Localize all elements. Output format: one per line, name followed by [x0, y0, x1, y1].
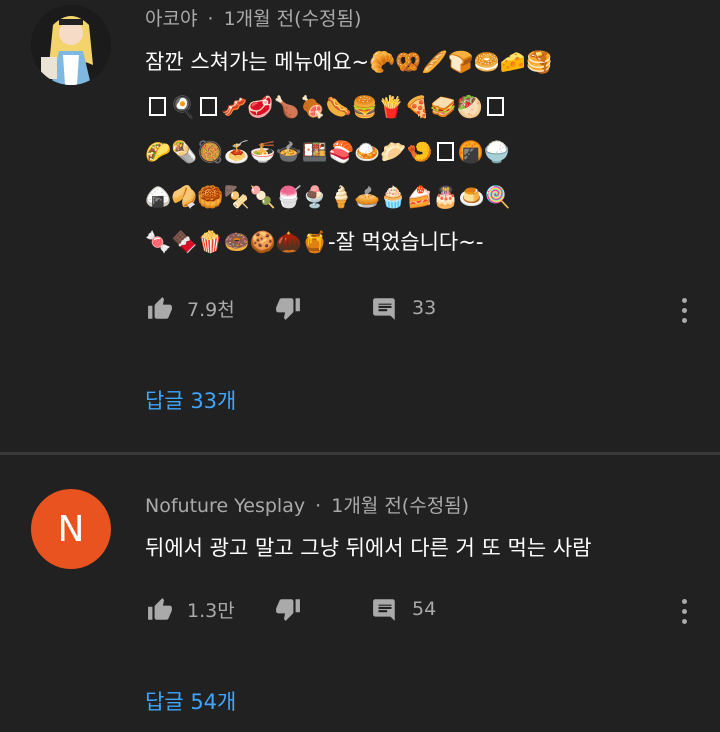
- dislike-button[interactable]: [273, 295, 303, 321]
- emoji-run: 🍳: [170, 95, 197, 119]
- more-vert-icon[interactable]: [677, 596, 691, 626]
- avatar-image: [31, 5, 111, 85]
- avatar-letter: N: [57, 508, 85, 550]
- emoji-run: 🌮🌯🥘🍝🍜🍲🍱🍣🍛🥟🍤: [145, 140, 433, 164]
- emoji-run: 🍙🥠🥮🍢🍡🍧🍨🍦🥧🧁🍰🎂🍮🍭: [145, 185, 512, 209]
- more-vert-icon[interactable]: [677, 295, 691, 325]
- like-button[interactable]: 7.9천: [145, 295, 235, 322]
- comment-header: 아코야 · 1개월 전(수정됨): [145, 4, 361, 31]
- comment-thread: 아코야 · 1개월 전(수정됨) 잠깐 스쳐가는 메뉴에요~🥐🥨🥖🍞🥯🧀🥞 🍳 🥓…: [0, 0, 720, 452]
- like-count: 1.3만: [187, 600, 235, 622]
- emoji-run: 🥐🥨🥖🍞🥯🧀🥞: [369, 50, 553, 74]
- emoji-run: 🥓🥩🍗🍖🌭🍔🍟🍕🥪🥙: [221, 95, 483, 119]
- comment-icon: [373, 599, 395, 621]
- comment-actions: 7.9천 33: [145, 295, 720, 325]
- author-name[interactable]: 아코야: [145, 8, 197, 30]
- thumb-down-icon: [276, 599, 300, 621]
- like-count: 7.9천: [187, 299, 235, 321]
- view-replies-link[interactable]: 답글 54개: [145, 686, 236, 716]
- thumb-up-icon: [148, 597, 172, 620]
- view-replies-link[interactable]: 답글 33개: [145, 385, 236, 415]
- comment-header: Nofuture Yesplay · 1개월 전(수정됨): [145, 491, 469, 518]
- comment-thread: N Nofuture Yesplay · 1개월 전(수정됨) 뒤에서 광고 말…: [0, 455, 720, 732]
- thumb-up-icon: [148, 296, 172, 319]
- missing-glyph-box: [200, 97, 218, 116]
- separator: ·: [315, 495, 322, 517]
- emoji-run: 🍘🍚: [457, 140, 510, 164]
- reply-button[interactable]: 33: [372, 295, 436, 321]
- missing-glyph-box: [149, 97, 166, 116]
- reply-count: 54: [412, 598, 437, 620]
- comment-actions: 1.3만 54: [145, 596, 720, 626]
- avatar[interactable]: [31, 5, 111, 85]
- thumb-down-icon: [276, 298, 300, 320]
- comment-icon: [373, 298, 395, 320]
- comment-time[interactable]: 1개월 전(수정됨): [224, 8, 362, 30]
- missing-glyph-box: [436, 142, 454, 161]
- comment-text: 잠깐 스쳐가는 메뉴에요~🥐🥨🥖🍞🥯🧀🥞 🍳 🥓🥩🍗🍖🌭🍔🍟🍕🥪🥙 🌮🌯🥘🍝🍜🍲🍱…: [145, 40, 685, 265]
- comment-text: 뒤에서 광고 말고 그냥 뒤에서 다른 거 또 먹는 사람: [145, 536, 592, 560]
- separator: ·: [207, 8, 214, 30]
- comment-text-line5: -잘 먹었습니다~-: [328, 230, 484, 254]
- avatar[interactable]: N: [31, 489, 111, 569]
- emoji-run: 🍬🍫🍿🍩🍪🌰🍯: [145, 230, 329, 254]
- comment-time[interactable]: 1개월 전(수정됨): [331, 495, 469, 517]
- reply-button[interactable]: 54: [372, 596, 436, 622]
- like-button[interactable]: 1.3만: [145, 596, 235, 623]
- author-name[interactable]: Nofuture Yesplay: [145, 495, 305, 517]
- dislike-button[interactable]: [273, 596, 303, 622]
- comment-text-line1: 잠깐 스쳐가는 메뉴에요~: [145, 50, 370, 74]
- reply-count: 33: [412, 297, 437, 319]
- missing-glyph-box: [486, 97, 504, 116]
